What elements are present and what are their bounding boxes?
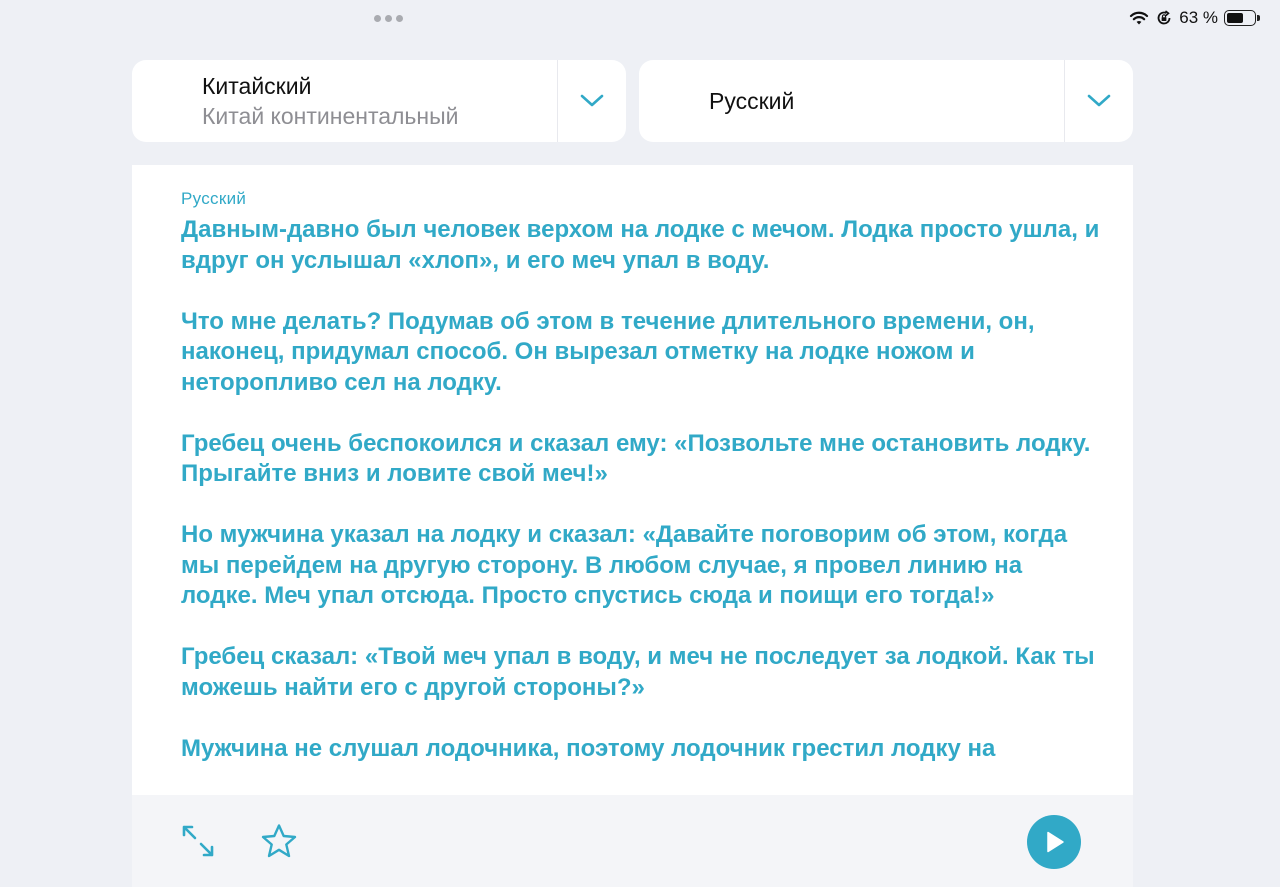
source-language-variant: Китай континентальный <box>202 102 459 129</box>
chevron-down-icon <box>1087 94 1111 107</box>
translation-paragraph: Гребец очень беспокоился и сказал ему: «… <box>181 429 1091 488</box>
expand-icon <box>182 825 214 857</box>
target-language-selector[interactable]: Русский <box>639 60 1133 142</box>
favorite-button[interactable] <box>259 821 299 861</box>
target-language-button[interactable]: Русский <box>639 60 1065 142</box>
chevron-down-icon <box>580 94 604 107</box>
bottom-toolbar <box>132 795 1133 887</box>
source-language-dropdown-button[interactable] <box>558 60 626 142</box>
orientation-lock-icon <box>1155 9 1173 27</box>
battery-percentage: 63 % <box>1179 8 1218 27</box>
battery-level-fill <box>1227 13 1244 23</box>
source-language-selector[interactable]: Китайский Китай континентальный <box>132 60 626 142</box>
play-button[interactable] <box>1027 815 1081 869</box>
status-bar: 63 % <box>0 0 1280 40</box>
translation-paragraph: Что мне делать? Подумав об этом в течени… <box>181 307 1035 396</box>
source-language-button[interactable]: Китайский Китай континентальный <box>132 60 558 142</box>
translation-paragraph: Давным-давно был человек верхом на лодке… <box>181 216 1100 274</box>
battery-icon <box>1224 10 1260 26</box>
translation-language-label: Русский <box>181 189 247 208</box>
expand-button[interactable] <box>178 821 218 861</box>
wifi-icon <box>1129 10 1149 26</box>
translation-paragraph: Но мужчина указал на лодку и сказал: «Да… <box>181 521 1068 609</box>
translation-paragraph: Мужчина не слушал лодочника, поэтому лод… <box>181 734 996 762</box>
target-language-dropdown-button[interactable] <box>1065 60 1133 142</box>
status-indicators: 63 % <box>1129 8 1260 28</box>
play-icon <box>1047 831 1064 853</box>
target-language-name: Русский <box>709 87 795 114</box>
translation-paragraph: Гребец сказал: «Твой меч упал в воду, и … <box>181 643 1095 701</box>
star-icon <box>261 824 297 858</box>
multitasking-dots-icon[interactable] <box>374 15 403 22</box>
translation-panel: Русский Давным-давно был человек верхом … <box>132 165 1133 887</box>
translation-text-area[interactable]: Русский Давным-давно был человек верхом … <box>181 189 1101 795</box>
source-language-name: Китайский <box>202 72 312 99</box>
